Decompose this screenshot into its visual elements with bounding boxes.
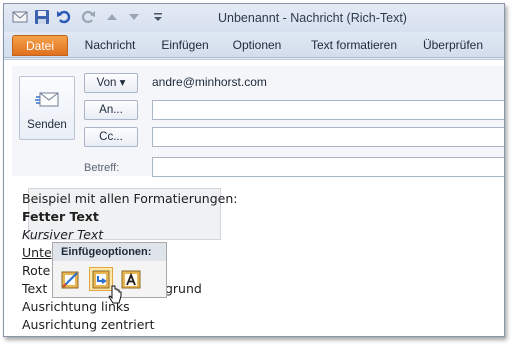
tab-review[interactable]: Überprüfen — [420, 35, 486, 56]
outlook-message-window: Unbenannt - Nachricht (Rich-Text) Datei … — [3, 3, 505, 337]
subject-field[interactable] — [152, 157, 504, 177]
title-bar: Unbenannt - Nachricht (Rich-Text) — [4, 4, 504, 32]
body-line-align-center: Ausrichtung zentriert — [22, 317, 155, 332]
paste-options-title: Einfügeoptionen: — [53, 243, 166, 261]
customize-icon[interactable] — [150, 9, 166, 25]
mouse-cursor-icon — [108, 285, 122, 304]
to-button[interactable]: An... — [84, 100, 138, 120]
body-line-align-left: Ausrichtung links — [22, 299, 130, 314]
keep-text-only-icon — [121, 270, 141, 289]
message-content-area: Senden Von ▾ andre@minhorst.com An... Cc… — [4, 59, 504, 336]
from-button[interactable]: Von ▾ — [84, 73, 138, 93]
send-mail-icon — [35, 92, 59, 107]
body-line-bold: Fetter Text — [22, 209, 99, 224]
to-field[interactable] — [152, 100, 504, 120]
tab-file[interactable]: Datei — [12, 35, 68, 56]
up-icon[interactable] — [104, 9, 120, 25]
keep-source-formatting-button[interactable] — [59, 267, 83, 291]
body-line: Beispiel mit allen Formatierungen: — [22, 191, 238, 206]
tab-format-text[interactable]: Text formatieren — [306, 35, 402, 56]
keep-source-formatting-icon — [61, 271, 79, 289]
save-icon[interactable] — [34, 9, 50, 25]
send-button[interactable]: Senden — [19, 76, 75, 140]
cc-button[interactable]: Cc... — [84, 127, 138, 147]
down-icon[interactable] — [126, 9, 142, 25]
ribbon-tab-bar: Datei Nachricht Einfügen Optionen Text f… — [4, 32, 504, 58]
from-address: andre@minhorst.com — [152, 75, 267, 89]
outlook-icon[interactable] — [12, 9, 28, 25]
tab-insert[interactable]: Einfügen — [156, 35, 214, 56]
send-button-label: Senden — [27, 119, 67, 131]
message-header: Senden Von ▾ andre@minhorst.com An... Cc… — [12, 66, 504, 177]
tab-options[interactable]: Optionen — [230, 35, 284, 56]
redo-icon[interactable] — [80, 9, 96, 25]
cc-field[interactable] — [152, 127, 504, 147]
window-title: Unbenannt - Nachricht (Rich-Text) — [218, 11, 407, 25]
subject-label: Betreff: — [84, 162, 120, 174]
undo-icon[interactable] — [56, 9, 72, 25]
tab-message[interactable]: Nachricht — [82, 35, 138, 56]
